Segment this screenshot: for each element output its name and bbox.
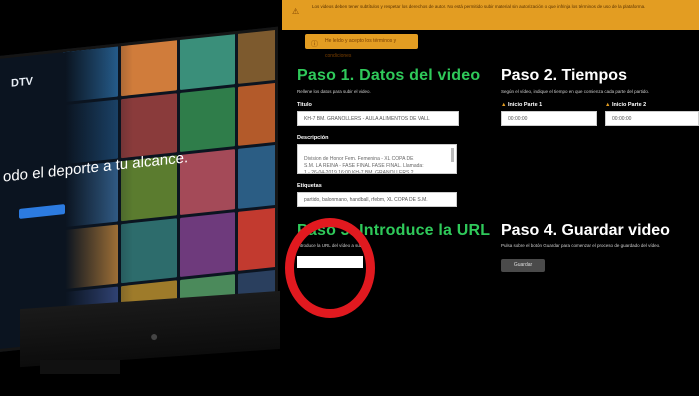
parte1-label-text: Inicio Parte 1 <box>507 102 543 108</box>
descripcion-text: Division de Honor Fem. Femenina - XL COP… <box>304 156 424 174</box>
step4-title: Paso 4. Guardar video <box>501 222 670 239</box>
parte2-label-text: Inicio Parte 2 <box>611 102 647 108</box>
parte2-input[interactable]: 00:00:00 <box>605 111 699 126</box>
info-icon: ⓘ <box>311 41 318 48</box>
monitor-stand <box>40 360 120 374</box>
step1-hint: Rellene los datos para subir el video. <box>297 89 371 94</box>
accept-terms-button[interactable]: ⓘ He leído y acepto los términos y condi… <box>305 34 418 59</box>
apple-logo-icon: ● <box>150 328 159 344</box>
monitor-photo: DTV odo el deporte a tu alcance. ● <box>0 0 290 396</box>
step1-title: Paso 1. Datos del video <box>297 67 481 84</box>
guardar-button[interactable]: Guardar <box>501 259 545 272</box>
titulo-label: Titulo <box>297 102 312 108</box>
warning-icon: ▲ <box>501 102 507 108</box>
etiquetas-input[interactable]: partido, balonmano, handball, rfebm, XL … <box>297 192 457 207</box>
accept-terms-label: He leído y acepto los términos y condici… <box>325 38 397 59</box>
warning-icon: ⚠ <box>292 7 300 16</box>
step4-hint: Pulsa sobre el botón Guardar para comenz… <box>501 243 661 248</box>
step2-title: Paso 2. Tiempos <box>501 67 627 84</box>
warning-icon: ▲ <box>605 102 611 108</box>
parte1-input[interactable]: 00:00:00 <box>501 111 597 126</box>
brand-logo: DTV <box>11 75 33 90</box>
etiquetas-label: Etiquetas <box>297 183 322 189</box>
textarea-scrollbar[interactable] <box>451 148 454 162</box>
parte2-label: ▲ Inicio Parte 2 <box>605 102 646 108</box>
titulo-input[interactable]: KH-7 BM. GRANOLLERS - AULA ALIMENTOS DE … <box>297 111 459 126</box>
warning-banner: ⚠ Los videos deben tener subtítulos y re… <box>282 0 699 30</box>
descripcion-textarea[interactable]: Division de Honor Fem. Femenina - XL COP… <box>297 144 457 174</box>
parte1-label: ▲ Inicio Parte 1 <box>501 102 542 108</box>
step2-hint: Según el vídeo, indique el tiempo en que… <box>501 89 650 94</box>
annotation-circle <box>285 218 375 318</box>
warning-text: Los videos deben tener subtítulos y resp… <box>312 4 646 9</box>
descripcion-label: Descripción <box>297 135 329 141</box>
